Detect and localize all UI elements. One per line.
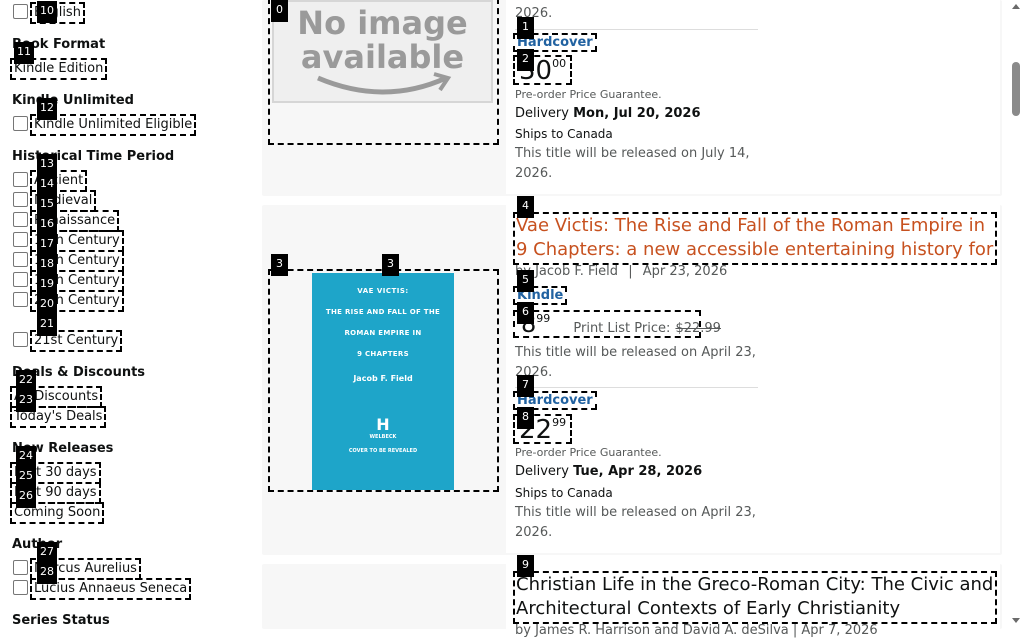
cover-author: Jacob F. Field [353, 374, 413, 383]
no-image-text: No image available [297, 4, 468, 76]
medieval-checkbox[interactable] [13, 192, 28, 207]
marker-6: 6 [517, 302, 534, 324]
result-2-cover: VAE VICTIS: THE RISE AND FALL OF THE ROM… [312, 273, 454, 490]
marker-3a: 3 [271, 254, 288, 276]
page-scrollbar[interactable] [1008, 0, 1024, 629]
18th-century-checkbox[interactable] [13, 252, 28, 267]
smile-arrow-icon [317, 72, 452, 95]
result-1-preorder: Pre-order Price Guarantee. [515, 88, 662, 101]
result-3-title-link[interactable]: Christian Life in the Greco-Roman City: … [513, 571, 997, 624]
marker-19: 19 [37, 274, 57, 296]
cover-publisher-logo: H [376, 415, 390, 434]
price-fraction: 00 [552, 57, 567, 70]
marker-3b: 3 [382, 254, 399, 276]
ancient-checkbox[interactable] [13, 172, 28, 187]
marker-0: 0 [271, 0, 288, 22]
ku-checkbox[interactable] [13, 116, 28, 131]
marker-25: 25 [16, 466, 36, 488]
scroll-up-arrow-icon[interactable] [1011, 2, 1021, 10]
delivery-label: Delivery [515, 464, 569, 479]
seneca-checkbox[interactable] [13, 580, 28, 595]
cover-line-2: THE RISE AND FALL OF THE [325, 308, 441, 316]
marker-18: 18 [37, 254, 57, 276]
series-status-heading: Series Status [12, 613, 110, 628]
kindle-price-fraction: 99 [536, 312, 551, 325]
scrollbar-thumb[interactable] [1012, 62, 1020, 116]
result-2-byline: by Jacob F. Field | Apr 23, 2026 [515, 264, 727, 279]
result-1-image-link[interactable]: No image available [268, 0, 499, 145]
marker-12: 12 [37, 98, 57, 120]
author-link[interactable]: Jacob F. Field [535, 264, 618, 279]
marker-15: 15 [37, 194, 57, 216]
marker-28: 28 [37, 562, 57, 584]
21st-century-checkbox[interactable] [13, 332, 28, 347]
english-checkbox[interactable] [13, 4, 28, 19]
cover-line-3: ROMAN EMPIRE IN [344, 329, 422, 337]
hc-price-fraction: 99 [552, 416, 567, 429]
result-2-kindle-release: This title will be released on April 23,… [515, 345, 756, 380]
byline-separator: | [628, 264, 633, 279]
marker-24: 24 [16, 446, 36, 468]
marker-2: 2 [517, 49, 534, 71]
marker-8: 8 [517, 407, 534, 429]
marker-13: 13 [37, 154, 57, 176]
cover-line-1: VAE VICTIS: [357, 287, 409, 295]
cover-line-4: 9 CHAPTERS [357, 350, 409, 358]
divider [515, 387, 758, 388]
result-2-delivery: Delivery Tue, Apr 28, 2026 [515, 464, 702, 479]
marker-17: 17 [37, 234, 57, 256]
result-2-ships: Ships to Canada [515, 486, 613, 500]
publish-date: Apr 23, 2026 [642, 264, 728, 279]
result-2-kindle-price[interactable]: 899 Print List Price: $22.99 [513, 310, 721, 338]
marker-9: 9 [517, 555, 534, 577]
marker-27: 27 [37, 542, 57, 564]
renaissance-checkbox[interactable] [13, 212, 28, 227]
marker-26: 26 [16, 486, 36, 508]
marker-7: 7 [517, 375, 534, 397]
marker-11: 11 [14, 42, 34, 64]
cover-footer: COVER TO BE REVEALED [348, 448, 418, 454]
delivery-label: Delivery [515, 106, 569, 121]
19th-century-checkbox[interactable] [13, 272, 28, 287]
20th-century-checkbox[interactable] [13, 292, 28, 307]
marker-10: 10 [37, 1, 57, 23]
result-2-hc-release: This title will be released on April 23,… [515, 505, 756, 540]
kindle-unlimited-heading: Kindle Unlimited [12, 93, 134, 108]
marker-5: 5 [517, 270, 534, 292]
marker-20: 20 [37, 294, 57, 316]
result-2-title-link[interactable]: Vae Victis: The Rise and Fall of the Rom… [513, 212, 997, 265]
marker-16: 16 [37, 214, 57, 236]
marker-22: 22 [16, 370, 36, 392]
marker-21: 21 [37, 314, 57, 336]
marker-1: 1 [517, 17, 534, 39]
marker-4: 4 [517, 196, 534, 218]
list-price-label: Print List Price: [573, 321, 671, 336]
scroll-down-arrow-icon[interactable] [1011, 617, 1021, 625]
delivery-date: Mon, Jul 20, 2026 [573, 106, 701, 121]
cover-publisher-sub: WELBECK [369, 434, 397, 440]
result-1-delivery: Delivery Mon, Jul 20, 2026 [515, 106, 701, 121]
list-price: $22.99 [675, 321, 721, 336]
marcus-aurelius-checkbox[interactable] [13, 560, 28, 575]
result-3-byline: by James R. Harrison and David A. deSilv… [515, 623, 878, 638]
marker-14: 14 [37, 174, 57, 196]
result-1-ships: Ships to Canada [515, 127, 613, 141]
result-2-image-link[interactable]: VAE VICTIS: THE RISE AND FALL OF THE ROM… [268, 269, 499, 492]
result-2-preorder: Pre-order Price Guarantee. [515, 446, 662, 459]
result-1-release: This title will be released on July 14, … [515, 146, 750, 181]
marker-23: 23 [16, 390, 36, 412]
delivery-date: Tue, Apr 28, 2026 [573, 464, 703, 479]
no-image-placeholder: No image available [272, 0, 493, 103]
17th-century-checkbox[interactable] [13, 232, 28, 247]
divider [515, 29, 758, 30]
